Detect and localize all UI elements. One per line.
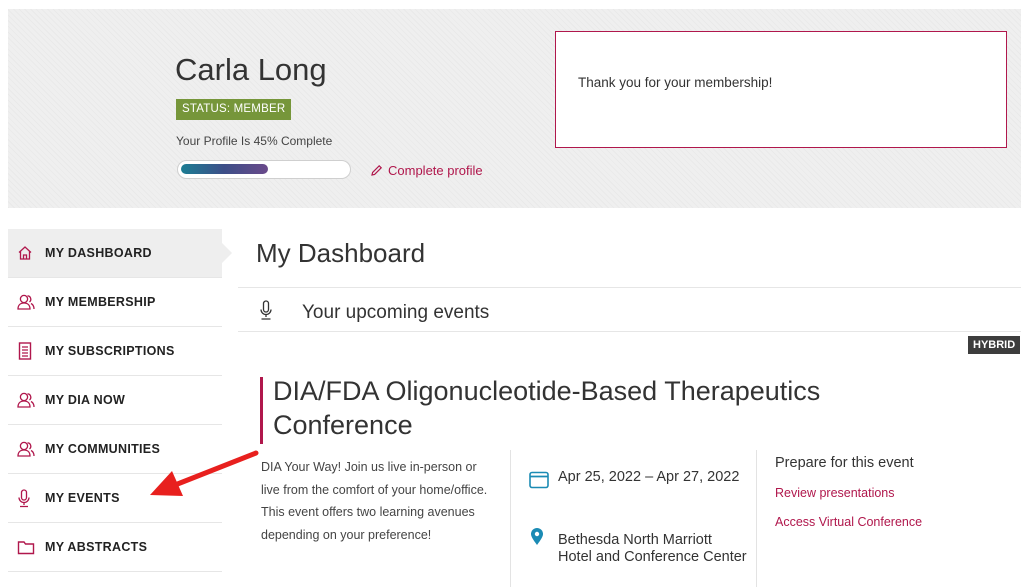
column-divider	[756, 450, 757, 587]
hybrid-badge: HYBRID	[968, 336, 1021, 354]
sidebar-item-my-membership[interactable]: MY MEMBERSHIP	[8, 278, 222, 327]
membership-notice: Thank you for your membership!	[555, 31, 1007, 148]
upcoming-events-header: Your upcoming events	[238, 287, 1021, 332]
membership-notice-text: Thank you for your membership!	[578, 75, 773, 90]
sidebar-item-label: MY DASHBOARD	[45, 246, 152, 260]
sidebar-item-my-abstracts[interactable]: MY ABSTRACTS	[8, 523, 222, 572]
user-name: Carla Long	[175, 52, 327, 87]
event-accent-bar	[260, 377, 263, 444]
sidebar-item-label: MY ABSTRACTS	[45, 540, 148, 554]
pencil-icon	[371, 164, 383, 176]
page-title: My Dashboard	[256, 238, 426, 268]
prepare-heading: Prepare for this event	[775, 455, 914, 471]
review-presentations-link[interactable]: Review presentations	[775, 486, 895, 500]
upcoming-events-title: Your upcoming events	[302, 302, 490, 323]
sidebar-item-my-dashboard[interactable]: MY DASHBOARD	[8, 229, 232, 278]
profile-completion-text: Your Profile Is 45% Complete	[176, 134, 333, 148]
complete-profile-link[interactable]: Complete profile	[370, 163, 483, 178]
sidebar-item-my-events[interactable]: MY EVENTS	[8, 474, 222, 523]
people-icon	[17, 292, 39, 312]
status-badge: STATUS: MEMBER	[176, 99, 292, 120]
sidebar-nav: MY DASHBOARD MY MEMBERSHIP MY SUBSCRIPTI…	[8, 229, 232, 572]
sidebar-item-my-subscriptions[interactable]: MY SUBSCRIPTIONS	[8, 327, 222, 376]
event-title-line: DIA/FDA Oligonucleotide-Based Therapeuti…	[273, 376, 821, 406]
column-divider	[510, 450, 511, 587]
sidebar-item-label: MY SUBSCRIPTIONS	[45, 344, 175, 358]
complete-profile-label: Complete profile	[388, 163, 483, 178]
sidebar-item-label: MY EVENTS	[45, 491, 120, 505]
profile-progress-fill	[181, 164, 268, 174]
location-pin-icon	[530, 528, 544, 551]
people-icon	[17, 390, 39, 410]
home-icon	[17, 243, 39, 263]
microphone-icon	[258, 300, 274, 326]
event-title[interactable]: DIA/FDA Oligonucleotide-Based Therapeuti…	[273, 374, 820, 442]
people-icon	[17, 439, 39, 459]
calendar-icon	[529, 471, 549, 494]
event-location: Bethesda North Marriott Hotel and Confer…	[558, 532, 747, 565]
sidebar-item-label: MY DIA NOW	[45, 393, 126, 407]
sidebar-item-my-dia-now[interactable]: MY DIA NOW	[8, 376, 222, 425]
microphone-icon	[17, 488, 39, 508]
sidebar-item-my-communities[interactable]: MY COMMUNITIES	[8, 425, 222, 474]
event-date: Apr 25, 2022 – Apr 27, 2022	[558, 469, 740, 485]
event-description: DIA Your Way! Join us live in-person or …	[261, 460, 488, 542]
event-title-line: Conference	[273, 410, 413, 440]
document-icon	[17, 341, 39, 361]
sidebar-item-label: MY MEMBERSHIP	[45, 295, 156, 309]
sidebar-item-label: MY COMMUNITIES	[45, 442, 161, 456]
folder-icon	[17, 537, 39, 557]
access-virtual-conference-link[interactable]: Access Virtual Conference	[775, 515, 922, 529]
profile-progress-bar	[177, 160, 351, 179]
